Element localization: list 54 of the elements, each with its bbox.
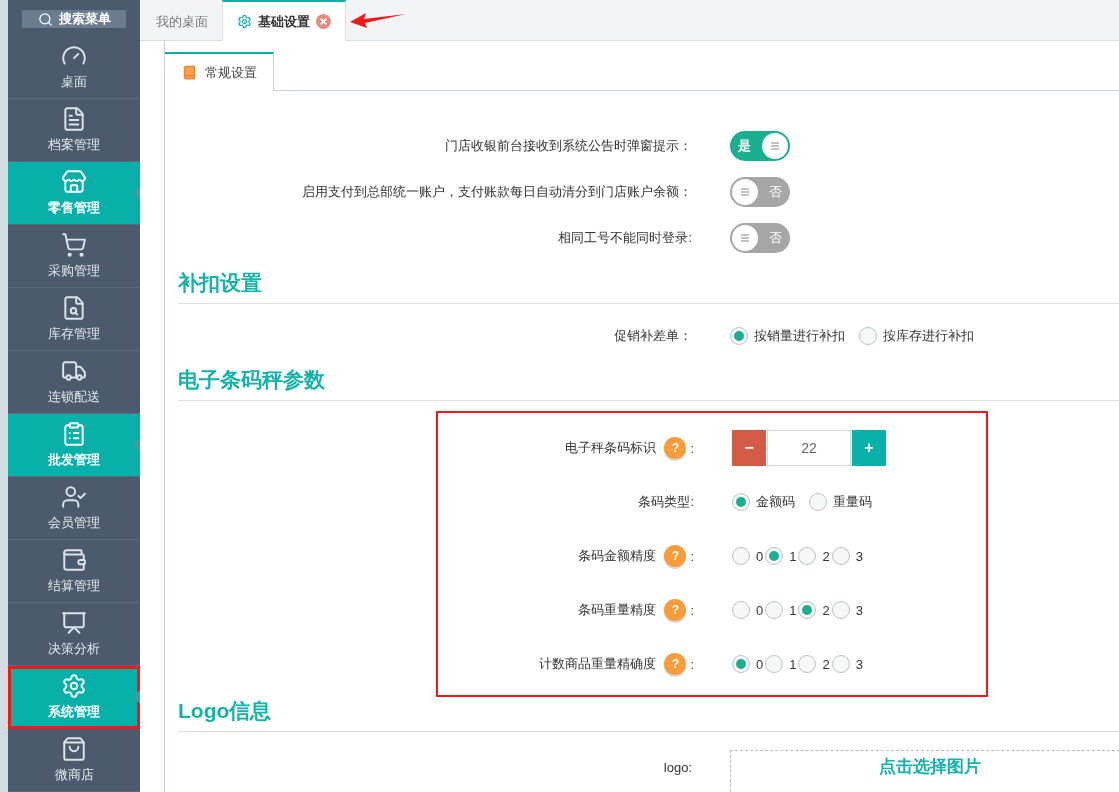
radio-option[interactable]: 金额码 — [732, 493, 795, 511]
sidebar-item[interactable]: 微商店 — [8, 729, 140, 792]
settings-icon — [61, 673, 87, 699]
radio-option[interactable]: 按销量进行补扣 — [730, 327, 845, 345]
section-heading: Logo信息 — [178, 689, 1119, 732]
field-label: 计数商品重量精确度 — [539, 655, 657, 673]
menu-lines-icon — [770, 142, 780, 150]
truck-icon — [61, 358, 87, 384]
tab[interactable]: 基础设置 — [222, 0, 346, 41]
colon-text: : — [690, 656, 694, 672]
section-heading: 补扣设置 — [178, 261, 1119, 304]
document-icon — [61, 106, 87, 132]
sidebar-item[interactable]: 桌面 — [8, 36, 140, 99]
field-label: 促销补差单： — [614, 327, 692, 345]
settings-icon — [237, 14, 252, 29]
field-label: 启用支付到总部统一账户，支付账款每日自动清分到门店账户余额： — [302, 183, 692, 201]
search-icon — [37, 11, 53, 27]
field-label: 条码金额精度 — [578, 547, 657, 565]
radio-option[interactable]: 按库存进行补扣 — [859, 327, 974, 345]
store-icon — [61, 169, 87, 195]
menu-lines-icon — [740, 188, 750, 196]
active-pointer — [133, 186, 140, 200]
sidebar-item[interactable]: 库存管理 — [8, 288, 140, 351]
book-icon — [181, 65, 197, 80]
tab[interactable]: 我的桌面 — [142, 1, 222, 41]
close-icon[interactable] — [316, 14, 331, 29]
field-label: 条码类型: — [638, 493, 694, 511]
chart-board-icon — [61, 610, 87, 636]
field-label: 相同工号不能同时登录: — [558, 229, 692, 247]
cart-icon — [61, 232, 87, 258]
clipboard-icon — [61, 421, 87, 447]
document-search-icon — [61, 295, 87, 321]
sub-tab[interactable]: 常规设置 — [165, 52, 274, 91]
sidebar-item[interactable]: 会员管理 — [8, 477, 140, 540]
colon-text: : — [690, 602, 694, 618]
wallet-icon — [61, 547, 87, 573]
colon-text: : — [690, 548, 694, 564]
active-pointer — [133, 690, 140, 704]
user-check-icon — [61, 484, 87, 510]
field-label: 电子秤条码标识 — [565, 439, 657, 457]
section-heading: 电子条码秤参数 — [178, 358, 1119, 401]
active-pointer — [133, 438, 140, 452]
number-field[interactable]: 22 — [767, 430, 851, 466]
radio-option[interactable]: 重量码 — [809, 493, 872, 511]
field-label: 条码重量精度 — [578, 601, 657, 619]
decrement-button[interactable]: − — [732, 430, 766, 466]
bag-icon — [61, 736, 87, 762]
colon-text: : — [690, 440, 694, 456]
search-menu-button[interactable]: 搜索菜单 — [22, 10, 126, 28]
menu-lines-icon — [740, 234, 750, 242]
sidebar-item[interactable]: 结算管理 — [8, 540, 140, 603]
field-label: 门店收银前台接收到系统公告时弹窗提示： — [445, 137, 692, 155]
field-label: logo: — [663, 759, 692, 775]
sidebar-item[interactable]: 采购管理 — [8, 225, 140, 288]
